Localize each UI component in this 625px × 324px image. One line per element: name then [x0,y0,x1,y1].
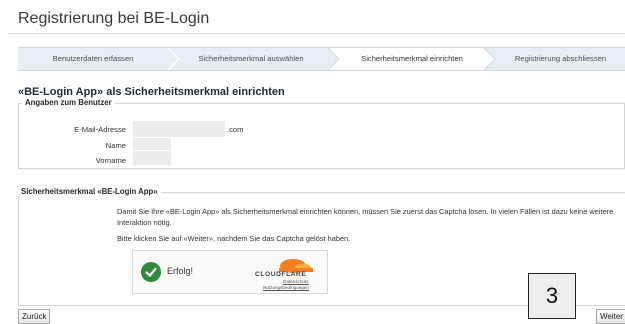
captcha-widget[interactable]: Erfolg! CLOUDFLARE Datenschutz Nutzungsb… [132,250,328,294]
name-label: Name [105,141,126,150]
step-benutzerdaten: Benutzerdaten erfassen [52,54,134,63]
page-title: Registrierung bei BE-Login [18,10,210,27]
user-info-legend: Angaben zum Benutzer [22,98,115,107]
email-domain-suffix: .com [227,125,244,134]
firstname-label: Vorname [95,156,126,165]
wizard-steps: Benutzerdaten erfassen Sicherheitsmerkma… [18,47,625,71]
captcha-status-text: Erfolg! [167,266,194,276]
name-value-redacted [133,138,171,150]
cloudflare-brand: CLOUDFLARE [255,271,307,278]
step-number-badge: 3 [528,273,576,319]
back-button[interactable]: Zurück [18,309,51,324]
step-separator-1 [168,48,180,70]
firstname-value-redacted [133,151,171,165]
email-label: E-Mail-Adresse [74,125,126,134]
next-button[interactable]: Weiter [596,309,625,324]
step-merkmal-auswaehlen: Sicherheitsmerkmal auswählen [198,54,304,63]
privacy-link[interactable]: Datenschutz [283,279,309,284]
step-separator-3 [484,48,496,70]
section-heading: «BE-Login App» als Sicherheitsmerkmal ei… [18,86,285,98]
success-check-icon [141,262,161,282]
step-separator-2 [328,48,340,70]
continue-instructions: Bitte klicken Sie auf «Weiter», nachdem … [117,234,351,243]
step-registrierung-abschliessen: Registrierung abschliessen [514,54,607,63]
step-merkmal-einrichten: Sicherheitsmerkmal einrichten [340,48,484,70]
captcha-instructions: Damit Sie Ihre «BE-Login App» als Sicher… [117,207,614,227]
security-legend: Sicherheitsmerkmal «BE-Login App» [18,187,161,196]
title-divider [8,33,625,34]
terms-link[interactable]: Nutzungsbedingungen [263,285,309,290]
email-value-redacted [133,121,225,137]
